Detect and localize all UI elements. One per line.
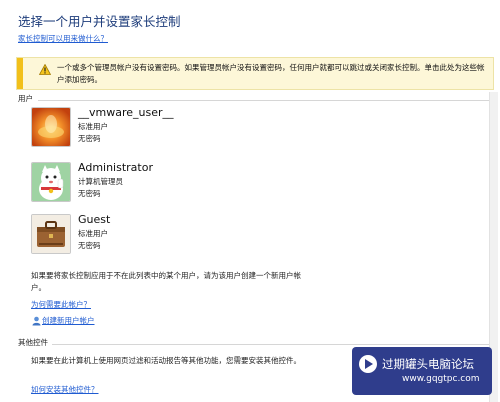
page-title: 选择一个用户并设置家长控制 xyxy=(18,14,181,29)
other-controls-note: 如果要在此计算机上使用网页过滤和活动报告等其他功能，您需要安装其他控件。 xyxy=(31,356,301,365)
users-divider xyxy=(38,100,489,101)
user-add-icon xyxy=(32,316,41,326)
user-password-status: 无密码 xyxy=(78,241,101,250)
orange-flower-avatar xyxy=(31,107,71,147)
users-section-label: 用户 xyxy=(18,94,33,103)
warning-banner[interactable]: 一个或多个管理员帐户没有设置密码。如果管理员帐户没有设置密码，任何用户就都可以跳… xyxy=(16,57,494,90)
user-name: Guest xyxy=(78,213,111,226)
create-account-link[interactable]: 创建新用户帐户 xyxy=(42,315,95,326)
user-tile-vmware[interactable]: __vmware_user__ 标准用户 无密码 xyxy=(31,106,331,157)
user-name: __vmware_user__ xyxy=(78,106,174,119)
other-controls-divider xyxy=(52,344,489,345)
user-role: 标准用户 xyxy=(78,122,108,131)
watermark-text: 过期罐头电脑论坛 xyxy=(382,357,474,371)
create-user-note: 如果要将家长控制应用于不在此列表中的某个用户，请为该用户创建一个新用户帐户。 xyxy=(31,271,301,292)
watermark-url: www.gqgtpc.com xyxy=(402,374,480,384)
user-role: 标准用户 xyxy=(78,229,108,238)
user-name: Administrator xyxy=(78,161,153,174)
other-controls-label: 其他控件 xyxy=(18,338,48,347)
lucky-cat-avatar xyxy=(31,162,71,202)
user-password-status: 无密码 xyxy=(78,134,101,143)
help-link[interactable]: 家长控制可以用来做什么？ xyxy=(18,33,108,44)
user-role: 计算机管理员 xyxy=(78,177,123,186)
user-tile-administrator[interactable]: Administrator 计算机管理员 无密码 xyxy=(31,161,331,212)
warning-text: 一个或多个管理员帐户没有设置密码。如果管理员帐户没有设置密码，任何用户就都可以跳… xyxy=(57,63,485,84)
briefcase-avatar xyxy=(31,214,71,254)
why-account-link[interactable]: 为何需要此帐户？ xyxy=(31,299,91,310)
warning-icon xyxy=(39,64,51,75)
play-logo-icon xyxy=(359,355,377,373)
user-password-status: 无密码 xyxy=(78,189,101,198)
site-watermark: 过期罐头电脑论坛 www.gqgtpc.com xyxy=(352,347,492,395)
install-controls-link[interactable]: 如何安装其他控件？ xyxy=(31,384,99,395)
user-tile-guest[interactable]: Guest 标准用户 无密码 xyxy=(31,213,331,264)
warning-accent-bar xyxy=(17,58,23,89)
